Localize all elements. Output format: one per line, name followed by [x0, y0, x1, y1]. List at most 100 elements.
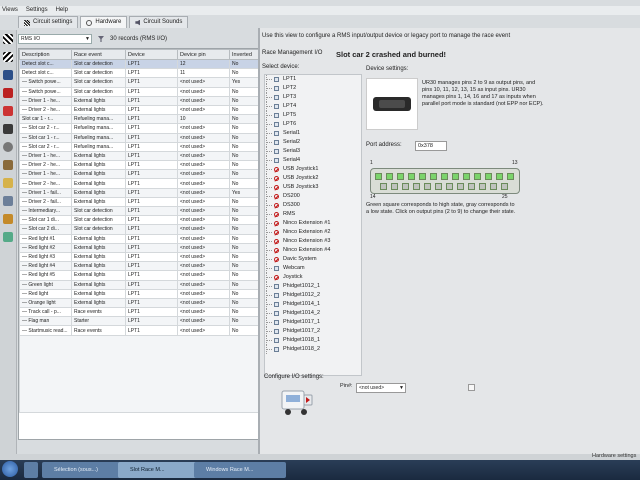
connector-pin[interactable] — [397, 173, 404, 180]
device-list-item[interactable]: LPT1 — [265, 75, 361, 84]
chart-icon[interactable] — [3, 232, 13, 242]
device-list-item[interactable]: Ninco Extension #1 — [265, 219, 361, 228]
pin-select[interactable]: <not used> ▼ — [356, 383, 406, 393]
device-list-item[interactable]: LPT6 — [265, 120, 361, 129]
table-row[interactable]: — Slot car 1 di... Slot car detection LPT1… — [19, 215, 259, 226]
table-row[interactable]: — Slot car 2 di... Slot car detection LPT1… — [19, 224, 259, 235]
device-list-item[interactable]: USB Joystick1 — [265, 165, 361, 174]
column-header-race-event[interactable]: Race event — [71, 49, 126, 60]
tab-hardware[interactable]: Hardware — [80, 16, 128, 28]
menu-help[interactable]: Help — [56, 6, 68, 15]
device-list-item[interactable]: Ninco Extension #3 — [265, 237, 361, 246]
table-row[interactable]: — Driver 2 - he... External lights LPT1 <no… — [19, 178, 259, 189]
taskbar-item-explorer[interactable] — [24, 462, 38, 478]
device-list-item[interactable]: Phidget1018_2 — [265, 345, 361, 354]
table-row[interactable]: — Slot car 1 - r... Refueling mana... LPT1… — [19, 132, 259, 143]
column-header-device[interactable]: Device — [125, 49, 178, 60]
table-row[interactable]: — Flag man Starter LPT1 <not used> No — [19, 316, 259, 327]
checkered-flag-icon[interactable] — [3, 52, 13, 62]
device-list-item[interactable]: Phidget1014_2 — [265, 309, 361, 318]
taskbar-item-slot-race[interactable]: Slot Race M... — [118, 462, 200, 478]
device-list-item[interactable]: Joystick — [265, 273, 361, 282]
table-row[interactable]: Detect slot c... Slot car detection LPT1 11… — [19, 68, 259, 79]
device-list-item[interactable]: LPT3 — [265, 93, 361, 102]
table-row[interactable]: — Red light External lights LPT1 <not used>… — [19, 288, 259, 299]
device-list-item[interactable]: Phidget1018_1 — [265, 336, 361, 345]
table-row[interactable]: — Driver 1 - he... External lights LPT1 <no… — [19, 95, 259, 106]
device-list-item[interactable]: LPT4 — [265, 102, 361, 111]
device-list-item[interactable]: Serial2 — [265, 138, 361, 147]
device-list-item[interactable]: Serial4 — [265, 156, 361, 165]
menu-views[interactable]: Views — [2, 6, 18, 15]
table-row[interactable]: — Driver 2 - he... External lights LPT1 <no… — [19, 104, 259, 116]
connector-pin[interactable] — [463, 173, 470, 180]
table-row[interactable]: — Red light #4 External lights LPT1 <not us… — [19, 261, 259, 272]
device-list-item[interactable]: Ninco Extension #4 — [265, 246, 361, 255]
table-row[interactable]: — Slot car 2 - r... Refueling mana... LPT1… — [19, 141, 259, 152]
column-header-description[interactable]: Description — [19, 49, 72, 60]
flag-icon[interactable] — [3, 34, 13, 44]
table-row[interactable]: — Slot car 2 - r... Refueling mana... LPT1… — [19, 123, 259, 134]
connector-pin[interactable] — [408, 173, 415, 180]
device-list-item[interactable]: DS200 — [265, 192, 361, 201]
device-list-item[interactable]: RMS — [265, 210, 361, 219]
funnel-icon[interactable] — [98, 36, 104, 42]
table-row[interactable]: — Driver 1 - he... External lights LPT1 <no… — [19, 169, 259, 180]
car-icon[interactable] — [3, 106, 13, 116]
connector-pin[interactable] — [452, 173, 459, 180]
table-row[interactable]: — Driver 2 - he... External lights LPT1 <no… — [19, 160, 259, 171]
device-list-item[interactable]: Serial1 — [265, 129, 361, 138]
tab-circuit-sounds[interactable]: Circuit Sounds — [129, 16, 189, 28]
device-list-item[interactable]: Webcam — [265, 264, 361, 273]
device-list-item[interactable]: USB Joystick2 — [265, 174, 361, 183]
connector-pin[interactable] — [441, 173, 448, 180]
table-row[interactable]: — Startmusic read... Race events LPT1 <not … — [19, 325, 259, 336]
tab-circuit-settings[interactable]: Circuit settings — [18, 16, 79, 28]
device-list-item[interactable]: Phidget1012_2 — [265, 291, 361, 300]
car-icon[interactable] — [3, 70, 13, 80]
inverted-checkbox[interactable] — [468, 384, 475, 391]
column-header-device-pin[interactable]: Device pin — [177, 49, 230, 60]
taskbar-item-selection[interactable]: Sélection (sous...) — [42, 462, 124, 478]
table-row[interactable]: Slot car 1 - r... Refueling mana... LPT1 10… — [19, 114, 259, 125]
device-filter-select[interactable]: RMS I/O ▼ — [18, 34, 92, 44]
table-row[interactable]: — Driver 2 - fail... External lights LPT1 <… — [19, 196, 259, 208]
device-list-item[interactable]: LPT5 — [265, 111, 361, 120]
device-list-item[interactable]: DS300 — [265, 201, 361, 210]
column-header-inverted[interactable]: Inverted — [229, 49, 259, 60]
tools-icon[interactable] — [3, 214, 13, 224]
taskbar-item-race-manager[interactable]: Windows Race M... — [194, 462, 286, 478]
device-list-item[interactable]: Ninco Extension #2 — [265, 228, 361, 237]
table-row[interactable]: — Red light #5 External lights LPT1 <not us… — [19, 270, 259, 281]
device-list-item[interactable]: Phidget1014_1 — [265, 300, 361, 309]
race-car-icon[interactable] — [3, 88, 13, 98]
device-list-item[interactable]: Phidget1017_1 — [265, 318, 361, 327]
table-row[interactable]: — Switch powe... Slot car detection LPT1 <n… — [19, 77, 259, 88]
table-row[interactable]: — Orange light External lights LPT1 <not us… — [19, 297, 259, 309]
list-icon[interactable] — [3, 196, 13, 206]
device-list[interactable]: LPT1 LPT2 LPT3 LPT4 LPT5 LPT6 Serial1 Serial2 Se… — [264, 74, 362, 376]
table-row[interactable]: — Red light #2 External lights LPT1 <not us… — [19, 242, 259, 253]
table-row[interactable]: — Driver 1 - he... External lights LPT1 <no… — [19, 150, 259, 162]
port-address-input[interactable]: 0x378 — [415, 141, 447, 151]
table-row[interactable]: Detect slot c... Slot car detection LPT1 12… — [19, 58, 259, 70]
trophy-icon[interactable] — [3, 178, 13, 188]
device-list-item[interactable]: Phidget1012_1 — [265, 282, 361, 291]
connector-pin[interactable] — [430, 173, 437, 180]
gear-icon[interactable] — [3, 142, 13, 152]
device-list-item[interactable]: Phidget1017_2 — [265, 327, 361, 336]
computer-icon[interactable] — [3, 124, 13, 134]
table-row[interactable]: — Switch powe... Slot car detection LPT1 <n… — [19, 86, 259, 97]
connector-pin[interactable] — [419, 173, 426, 180]
device-list-item[interactable]: Serial3 — [265, 147, 361, 156]
wrench-icon[interactable] — [3, 160, 13, 170]
start-button[interactable] — [2, 461, 18, 477]
connector-pin[interactable] — [386, 173, 393, 180]
device-list-item[interactable]: USB Joystick3 — [265, 183, 361, 192]
table-row[interactable]: — Red light #3 External lights LPT1 <not us… — [19, 251, 259, 263]
device-list-item[interactable]: Davic System — [265, 255, 361, 264]
menu-settings[interactable]: Settings — [26, 6, 48, 15]
table-row[interactable]: — Driver 1 - fail... External lights LPT1 <… — [19, 187, 259, 198]
table-row[interactable]: — Intermediary... Slot car detection LPT1 <… — [19, 205, 259, 217]
table-row[interactable]: — Green light External lights LPT1 <not use… — [19, 279, 259, 290]
